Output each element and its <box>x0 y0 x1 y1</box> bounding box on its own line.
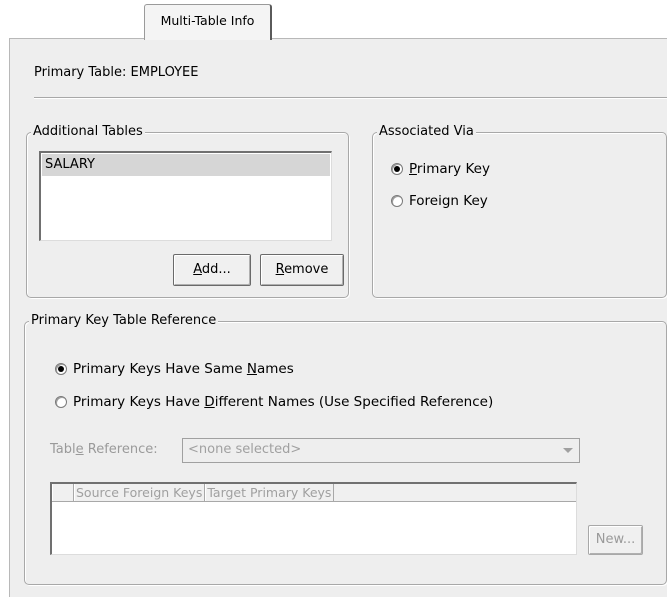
same-names-mnemonic: N <box>246 361 257 377</box>
table-reference-rest: Reference: <box>83 442 158 457</box>
primary-key-label: Primary Key <box>409 161 490 177</box>
primary-key-radio-option[interactable]: Primary Key <box>391 161 490 177</box>
radio-unselected-icon[interactable] <box>55 396 67 408</box>
multi-table-info-panel: Primary Table: EMPLOYEE Additional Table… <box>9 38 667 597</box>
different-names-rest: ifferent Names (Use Specified Reference) <box>214 394 494 410</box>
table-reference-mnemonic: e <box>75 442 84 457</box>
primary-table-label: Primary Table: <box>34 65 127 80</box>
radio-unselected-icon[interactable] <box>391 195 403 207</box>
different-names-prefix: Primary Keys Have <box>73 394 205 410</box>
chevron-down-icon[interactable] <box>563 448 573 453</box>
table-header: Source Foreign Keys Target Primary Keys <box>52 484 576 502</box>
primary-table-line: Primary Table: EMPLOYEE <box>34 65 198 80</box>
tab-multi-table-info[interactable]: Multi-Table Info <box>144 4 272 40</box>
radio-selected-icon[interactable] <box>55 363 67 375</box>
table-reference-value: <none selected> <box>188 442 302 457</box>
primary-table-value: EMPLOYEE <box>130 65 199 80</box>
foreign-key-rest: Foreign Key <box>409 193 488 209</box>
new-button-rest: New... <box>595 532 636 547</box>
column-header-source-foreign-keys[interactable]: Source Foreign Keys <box>74 484 206 501</box>
radio-selected-icon[interactable] <box>391 163 403 175</box>
key-reference-table[interactable]: Source Foreign Keys Target Primary Keys <box>50 482 577 555</box>
remove-button[interactable]: Remove <box>260 254 344 286</box>
primary-key-mnemonic: P <box>409 161 417 177</box>
additional-tables-group: Additional Tables SALARY Add... Remove <box>26 124 349 298</box>
add-button[interactable]: Add... <box>173 254 251 286</box>
row-header-column <box>52 484 74 501</box>
same-names-rest: ames <box>256 361 294 377</box>
foreign-key-label: Foreign Key <box>409 193 488 209</box>
different-names-label: Primary Keys Have Different Names (Use S… <box>73 394 493 410</box>
foreign-key-radio-option[interactable]: Foreign Key <box>391 193 488 209</box>
associated-via-group: Associated Via Primary Key Foreign Key <box>372 124 667 298</box>
table-reference-label: Table Reference: <box>50 442 158 457</box>
table-reference-prefix: Tabl <box>50 442 76 457</box>
table-reference-select[interactable]: <none selected> <box>182 438 580 463</box>
add-button-rest: dd... <box>201 262 231 277</box>
list-item[interactable]: SALARY <box>42 154 330 176</box>
different-names-radio-option[interactable]: Primary Keys Have Different Names (Use S… <box>55 394 493 410</box>
additional-tables-legend: Additional Tables <box>31 124 145 140</box>
pk-table-reference-legend: Primary Key Table Reference <box>29 313 219 329</box>
same-names-label: Primary Keys Have Same Names <box>73 361 294 377</box>
same-names-prefix: Primary Keys Have Same <box>73 361 247 377</box>
associated-via-legend: Associated Via <box>377 124 476 140</box>
same-names-radio-option[interactable]: Primary Keys Have Same Names <box>55 361 294 377</box>
column-header-target-primary-keys[interactable]: Target Primary Keys <box>205 484 335 501</box>
remove-button-mnemonic: R <box>275 262 285 277</box>
remove-button-rest: emove <box>284 262 329 277</box>
different-names-mnemonic: D <box>204 394 215 410</box>
add-button-mnemonic: A <box>193 262 202 277</box>
additional-tables-list[interactable]: SALARY <box>39 151 332 241</box>
new-button[interactable]: New... <box>588 525 643 555</box>
primary-key-rest: rimary Key <box>416 161 490 177</box>
separator <box>34 97 667 99</box>
